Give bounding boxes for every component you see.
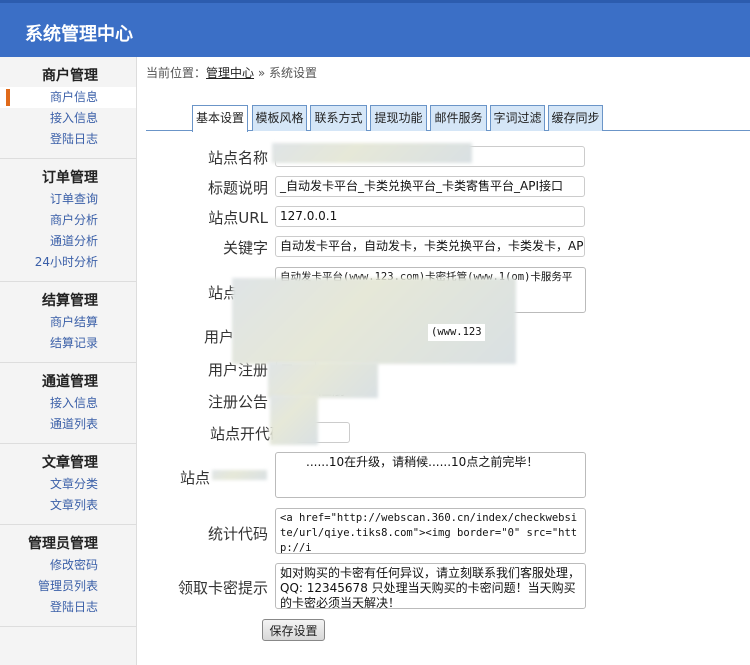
sidebar-item[interactable]: 订单查询 xyxy=(0,189,136,210)
site-desc-label: 站点 xyxy=(207,284,238,302)
stats-code-textarea[interactable]: <a href="http://webscan.360.cn/index/che… xyxy=(275,508,586,554)
card-tip-textarea[interactable]: 如对购买的卡密有任何异议，请立刻联系我们客服处理，QQ: 12345678 只处… xyxy=(275,563,586,609)
user-value: (www.123 xyxy=(428,324,485,341)
sidebar-item[interactable]: 登陆日志 xyxy=(0,597,136,618)
sidebar-group: 订单管理订单查询 商户分析 通道分析 24小时分析 xyxy=(0,159,136,282)
sidebar-group-title: 结算管理 xyxy=(42,293,98,309)
keywords-label: 关键字 xyxy=(222,239,268,257)
sidebar-item[interactable]: 商户分析 xyxy=(0,210,136,231)
save-settings-button[interactable]: 保存设置 xyxy=(262,619,325,641)
breadcrumb-home-link[interactable]: 管理中心 xyxy=(206,66,254,80)
card-tip-label: 领取卡密提示 xyxy=(177,579,268,597)
sidebar-item[interactable]: 商户信息 xyxy=(0,87,136,108)
sidebar-item[interactable]: 接入信息 xyxy=(0,393,136,414)
stats-code-label: 统计代码 xyxy=(207,525,268,543)
user-label: 用户 xyxy=(203,328,234,346)
sidebar-group: 商户管理商户信息 接入信息 登陆日志 xyxy=(0,57,136,159)
title-desc-input[interactable]: _自动发卡平台_卡类兑换平台_卡类寄售平台_API接口 xyxy=(275,176,585,197)
sidebar: 商户管理 商户信息 接入信息 登陆日志 订单管理 订单查询 商户分析 通道分析 24小时分析 结算… xyxy=(0,57,137,665)
sidebar-group-title: 文章管理 xyxy=(42,455,98,471)
sidebar-item[interactable]: 通道分析 xyxy=(0,231,136,252)
redaction xyxy=(270,395,318,445)
register-notice-label: 注册公告 xyxy=(207,393,268,411)
tab[interactable]: 缓存同步 xyxy=(548,105,603,131)
site-name-label: 站点名称 xyxy=(207,149,268,167)
redaction xyxy=(272,143,472,163)
sidebar-group: 结算管理商户结算 结算记录 xyxy=(0,282,136,363)
sidebar-group-title: 通道管理 xyxy=(42,374,98,390)
sidebar-item[interactable]: 修改密码 xyxy=(0,555,136,576)
app-title: 系统管理中心 xyxy=(25,24,133,45)
redaction xyxy=(268,362,378,398)
title-desc-label: 标题说明 xyxy=(207,179,268,197)
breadcrumb-current: 系统设置 xyxy=(269,66,318,80)
redaction xyxy=(212,470,267,480)
header-bar: 系统管理中心 xyxy=(0,0,750,57)
breadcrumb-prefix: 当前位置： xyxy=(146,66,207,80)
sidebar-group-title: 管理员管理 xyxy=(28,536,98,552)
site-url-label: 站点URL xyxy=(208,209,268,227)
sidebar-item[interactable]: 通道列表 xyxy=(0,414,136,435)
tab[interactable]: 邮件服务 xyxy=(430,105,487,131)
site-close-label: 站点 xyxy=(179,469,210,487)
sidebar-group-title: 商户管理 xyxy=(42,68,98,84)
sidebar-item[interactable]: 管理员列表 xyxy=(0,576,136,597)
breadcrumb: 当前位置：管理中心 » 系统设置 xyxy=(146,64,317,81)
keywords-input[interactable]: 自动发卡平台，自动发卡，卡类兑换平台，卡类发卡，API回 xyxy=(275,236,585,257)
sidebar-group: 文章管理文章分类 文章列表 xyxy=(0,444,136,525)
sidebar-item[interactable]: 接入信息 xyxy=(0,108,136,129)
sidebar-item[interactable]: 结算记录 xyxy=(0,333,136,354)
settings-tabs: 基本设置 模板风格 联系方式 提现功能 邮件服务 字词过滤 缓存同步 xyxy=(146,105,750,132)
tab[interactable]: 联系方式 xyxy=(310,105,367,131)
sidebar-item[interactable]: 商户结算 xyxy=(0,312,136,333)
site-code-label: 站点开代码 xyxy=(209,425,285,443)
tab[interactable]: 提现功能 xyxy=(370,105,427,131)
tab[interactable]: 模板风格 xyxy=(252,105,307,131)
sidebar-group: 通道管理接入信息 通道列表 xyxy=(0,363,136,444)
sidebar-item[interactable]: 登陆日志 xyxy=(0,129,136,150)
redaction xyxy=(232,278,516,364)
sidebar-group-title: 订单管理 xyxy=(42,170,98,186)
sidebar-item[interactable]: 文章列表 xyxy=(0,495,136,516)
tab[interactable]: 基本设置 xyxy=(192,105,248,132)
tab[interactable]: 字词过滤 xyxy=(490,105,545,131)
site-url-input[interactable]: 127.0.0.1 xyxy=(275,206,585,227)
sidebar-item[interactable]: 文章分类 xyxy=(0,474,136,495)
sidebar-group: 管理员管理修改密码 管理员列表 登陆日志 xyxy=(0,525,136,627)
sidebar-item[interactable]: 24小时分析 xyxy=(0,252,136,273)
breadcrumb-sep: » xyxy=(254,66,270,80)
site-close-textarea[interactable]: ......10在升级，请稍候......10点之前完毕！ xyxy=(275,452,586,498)
